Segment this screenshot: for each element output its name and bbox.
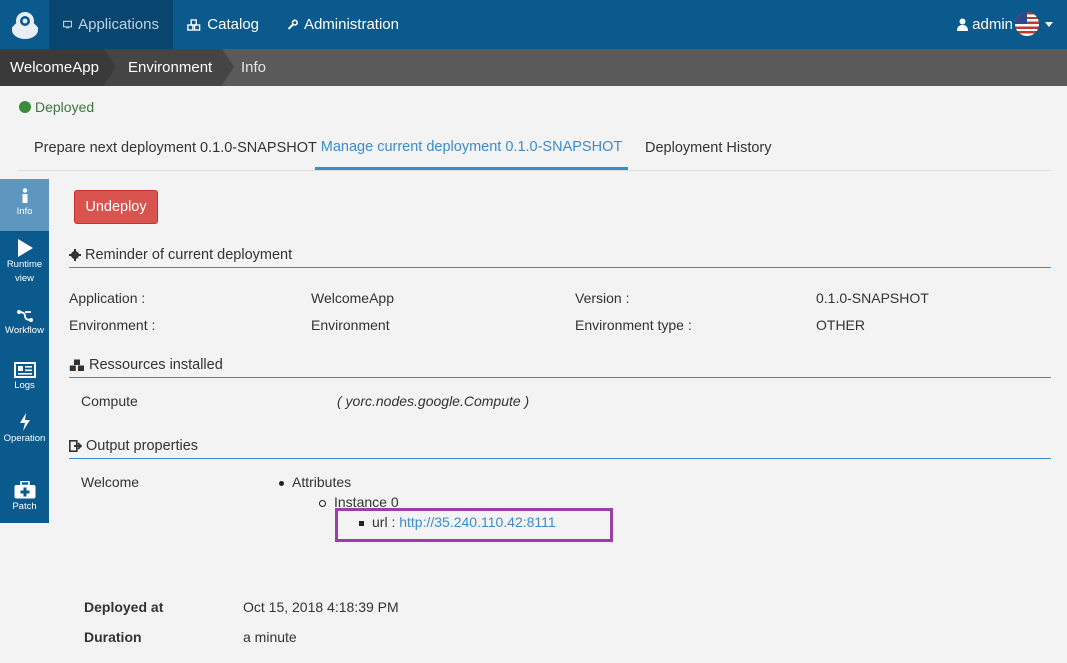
side-menu: Info Runtime view Workflow Logs Operatio… bbox=[0, 179, 49, 523]
sign-out-icon bbox=[69, 440, 82, 452]
tab-manage-current-label: Manage current deployment 0.1.0-SNAPSHOT bbox=[320, 139, 623, 155]
tab-deployment-history[interactable]: Deployment History bbox=[645, 127, 772, 169]
environment-label: Environment : bbox=[69, 317, 156, 333]
application-label: Application : bbox=[69, 290, 146, 306]
resources-title: Ressources installed bbox=[89, 357, 223, 373]
side-item-operation[interactable]: Operation bbox=[0, 413, 49, 465]
outputs-title: Output properties bbox=[86, 438, 199, 454]
cubes-icon bbox=[69, 359, 84, 371]
version-label: Version : bbox=[575, 290, 630, 306]
tab-manage-current[interactable]: Manage current deployment 0.1.0-SNAPSHOT bbox=[315, 127, 628, 170]
side-item-patch[interactable]: Patch bbox=[0, 481, 49, 521]
duration-label: Duration bbox=[84, 629, 142, 645]
nav-catalog[interactable]: Catalog bbox=[173, 0, 273, 49]
us-flag-icon bbox=[1015, 12, 1039, 36]
reminder-section-title: Reminder of current deployment bbox=[69, 243, 1051, 268]
workflow-icon bbox=[16, 310, 33, 322]
side-item-logs[interactable]: Logs bbox=[0, 362, 49, 398]
circle-bullet-icon bbox=[319, 499, 326, 507]
tab-deployment-history-label: Deployment History bbox=[645, 140, 772, 156]
breadcrumb-app-label: WelcomeApp bbox=[10, 59, 99, 76]
deployed-at-label: Deployed at bbox=[84, 599, 164, 615]
resource-name: Compute bbox=[81, 393, 138, 409]
cubes-icon bbox=[187, 18, 201, 31]
deployed-at-value: Oct 15, 2018 4:18:39 PM bbox=[243, 599, 399, 615]
app-logo[interactable] bbox=[0, 0, 49, 49]
nav-catalog-label: Catalog bbox=[207, 16, 259, 33]
nav-administration[interactable]: Administration bbox=[273, 0, 413, 49]
logo-icon bbox=[11, 11, 38, 39]
side-item-runtime-view-label: Runtime view bbox=[6, 259, 43, 284]
breadcrumb-environment-label: Environment bbox=[128, 59, 213, 76]
side-item-workflow-label: Workflow bbox=[5, 325, 44, 336]
nav-applications-label: Applications bbox=[78, 16, 159, 33]
duration-value: a minute bbox=[243, 629, 297, 645]
tab-prepare-next[interactable]: Prepare next deployment 0.1.0-SNAPSHOT bbox=[34, 127, 317, 169]
medkit-icon bbox=[14, 481, 35, 499]
side-item-workflow[interactable]: Workflow bbox=[0, 309, 49, 345]
breadcrumb: WelcomeApp Environment Info bbox=[0, 49, 1067, 86]
bolt-icon bbox=[19, 413, 30, 431]
output-node-name: Welcome bbox=[81, 474, 140, 490]
deployment-tabs: Prepare next deployment 0.1.0-SNAPSHOT M… bbox=[18, 127, 1051, 171]
breadcrumb-item-environment[interactable]: Environment bbox=[104, 49, 222, 86]
breadcrumb-separator bbox=[222, 49, 234, 85]
highlight-box bbox=[335, 508, 613, 542]
version-value: 0.1.0-SNAPSHOT bbox=[816, 290, 929, 306]
attributes-item: Attributes bbox=[279, 474, 351, 490]
breadcrumb-separator bbox=[104, 49, 116, 85]
deployment-status: Deployed bbox=[19, 99, 94, 115]
nav-applications[interactable]: Applications bbox=[49, 0, 173, 49]
reminder-title: Reminder of current deployment bbox=[85, 247, 293, 263]
bullet-icon bbox=[279, 480, 284, 486]
breadcrumb-item-app[interactable]: WelcomeApp bbox=[0, 49, 104, 86]
application-value: WelcomeApp bbox=[311, 290, 395, 306]
tab-prepare-next-label: Prepare next deployment 0.1.0-SNAPSHOT bbox=[34, 140, 317, 156]
side-item-runtime-view[interactable]: Runtime view bbox=[0, 239, 49, 291]
side-item-logs-label: Logs bbox=[14, 380, 35, 391]
environment-type-value: OTHER bbox=[816, 317, 865, 333]
gear-icon bbox=[69, 249, 81, 261]
nav-administration-label: Administration bbox=[303, 16, 399, 33]
attributes-label: Attributes bbox=[292, 474, 352, 490]
breadcrumb-info-label: Info bbox=[241, 59, 267, 76]
user-menu[interactable]: admin bbox=[957, 0, 1013, 49]
side-item-info[interactable]: Info bbox=[0, 179, 49, 231]
top-navbar: Applications Catalog Administration admi… bbox=[0, 0, 1067, 49]
side-item-operation-label: Operation bbox=[3, 433, 46, 444]
user-icon bbox=[957, 18, 969, 31]
monitor-icon bbox=[63, 20, 73, 28]
info-icon bbox=[22, 188, 27, 203]
play-icon bbox=[17, 239, 33, 257]
language-selector[interactable] bbox=[1015, 12, 1055, 36]
undeploy-button[interactable]: Undeploy bbox=[74, 190, 158, 224]
user-name: admin bbox=[972, 16, 1013, 33]
wrench-icon bbox=[287, 19, 298, 30]
side-item-info-label: Info bbox=[16, 206, 33, 217]
status-label: Deployed bbox=[35, 99, 95, 115]
logs-icon bbox=[13, 362, 36, 378]
environment-type-label: Environment type : bbox=[575, 317, 692, 333]
resources-section-title: Ressources installed bbox=[69, 353, 1051, 378]
status-dot-icon bbox=[19, 101, 31, 113]
chevron-down-icon bbox=[1045, 21, 1053, 27]
side-item-patch-label: Patch bbox=[12, 501, 37, 512]
outputs-section-title: Output properties bbox=[69, 434, 1051, 459]
environment-value: Environment bbox=[311, 317, 390, 333]
resource-type: ( yorc.nodes.google.Compute ) bbox=[337, 393, 530, 409]
